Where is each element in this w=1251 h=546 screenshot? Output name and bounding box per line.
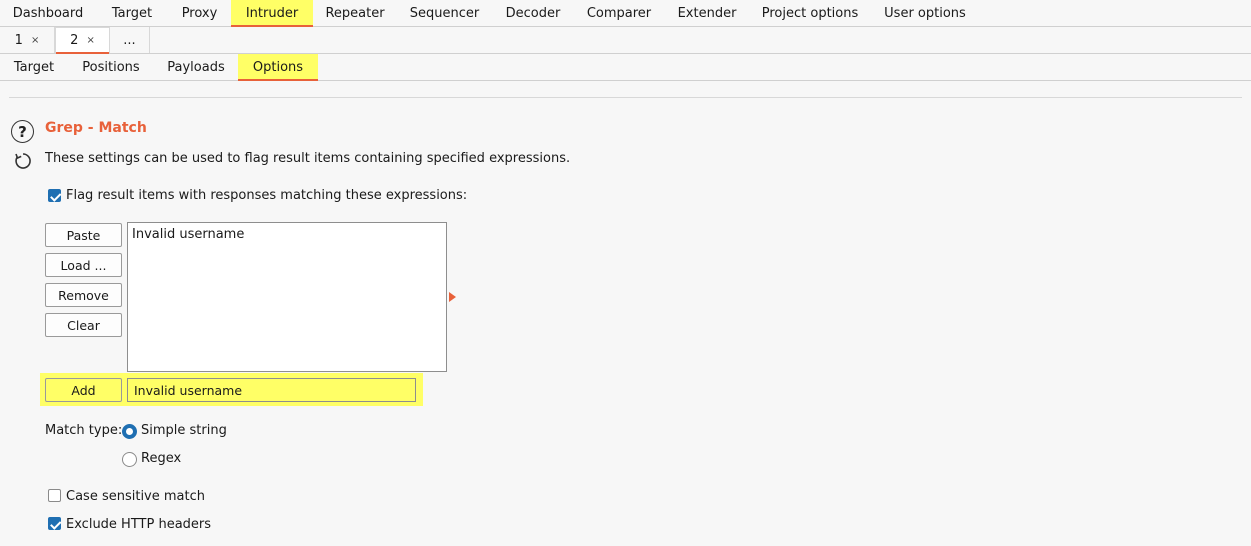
paste-button[interactable]: Paste: [45, 223, 122, 247]
attack-tab-bar: 1 × 2 × ...: [0, 27, 1251, 54]
exclude-headers-checkbox[interactable]: [48, 517, 61, 530]
list-item[interactable]: Invalid username: [132, 227, 442, 242]
tab-extender[interactable]: Extender: [664, 0, 750, 26]
tab-dashboard[interactable]: Dashboard: [0, 0, 96, 26]
tab-comparer[interactable]: Comparer: [574, 0, 664, 26]
regex-label: Regex: [141, 451, 182, 466]
load-button[interactable]: Load ...: [45, 253, 122, 277]
main-tab-bar: Dashboard Target Proxy Intruder Repeater…: [0, 0, 1251, 27]
flag-result-label: Flag result items with responses matchin…: [66, 188, 468, 203]
help-icon[interactable]: ?: [11, 120, 34, 143]
tab-repeater[interactable]: Repeater: [313, 0, 397, 26]
tab-proxy[interactable]: Proxy: [168, 0, 231, 26]
tab-intruder[interactable]: Intruder: [231, 0, 313, 27]
clear-button[interactable]: Clear: [45, 313, 122, 337]
section-description: These settings can be used to flag resul…: [45, 151, 571, 166]
expand-arrow-icon[interactable]: [449, 292, 456, 302]
match-type-label: Match type:: [45, 423, 123, 438]
tab-options[interactable]: Options: [238, 54, 318, 81]
tab-positions[interactable]: Positions: [68, 54, 154, 80]
close-icon[interactable]: ×: [31, 35, 39, 46]
remove-button[interactable]: Remove: [45, 283, 122, 307]
tab-decoder[interactable]: Decoder: [492, 0, 574, 26]
tab-target[interactable]: Target: [96, 0, 168, 26]
intruder-tab-bar: Target Positions Payloads Options: [0, 54, 1251, 81]
expression-list[interactable]: Invalid username: [127, 222, 447, 372]
simple-string-label: Simple string: [141, 423, 227, 438]
close-icon[interactable]: ×: [86, 35, 94, 46]
add-expression-input[interactable]: Invalid username: [127, 378, 416, 402]
regex-radio[interactable]: [122, 452, 137, 467]
exclude-headers-label: Exclude HTTP headers: [66, 517, 212, 532]
attack-tab-label: ...: [123, 32, 136, 48]
attack-tab-label: 1: [14, 32, 23, 48]
section-title: Grep - Match: [45, 120, 147, 136]
divider: [9, 97, 1242, 98]
tab-sequencer[interactable]: Sequencer: [397, 0, 492, 26]
case-sensitive-checkbox[interactable]: [48, 489, 61, 502]
tab-project-options[interactable]: Project options: [750, 0, 870, 26]
tab-payloads[interactable]: Payloads: [154, 54, 238, 80]
case-sensitive-label: Case sensitive match: [66, 489, 205, 504]
add-button[interactable]: Add: [45, 378, 122, 402]
flag-result-checkbox[interactable]: [48, 189, 61, 202]
new-attack-tab[interactable]: ...: [110, 27, 150, 53]
simple-string-radio[interactable]: [122, 424, 137, 439]
attack-tab-2[interactable]: 2 ×: [55, 27, 110, 54]
attack-tab-label: 2: [70, 33, 79, 48]
tab-intruder-target[interactable]: Target: [0, 54, 68, 80]
attack-tab-1[interactable]: 1 ×: [0, 27, 55, 53]
tab-user-options[interactable]: User options: [870, 0, 980, 26]
restore-defaults-icon[interactable]: [13, 151, 33, 171]
